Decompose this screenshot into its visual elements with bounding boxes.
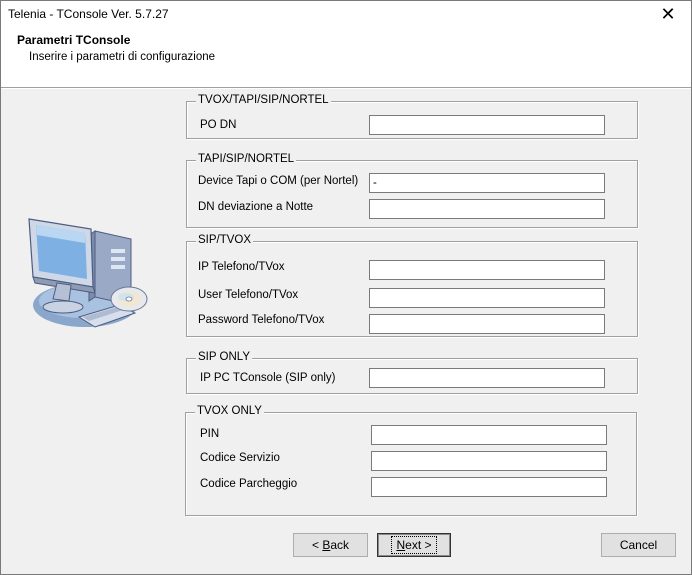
back-rest: ack [330,538,350,552]
next-button[interactable]: Next > [377,533,451,557]
ip-pc-input[interactable] [369,368,605,388]
user-telefono-label: User Telefono/TVox [198,289,299,301]
password-telefono-input[interactable] [369,314,605,334]
group-tvox-tapi-sip-nortel: TVOX/TAPI/SIP/NORTEL PO DN [186,94,638,139]
wizard-header: Parametri TConsole Inserire i parametri … [1,27,691,87]
codice-parcheggio-label: Codice Parcheggio [200,478,298,490]
ip-pc-label: IP PC TConsole (SIP only) [200,372,336,384]
dn-deviazione-input[interactable] [369,199,605,219]
header-divider [1,87,691,89]
group-legend: SIP ONLY [196,351,252,363]
next-button-label: Next > [391,536,437,554]
device-tapi-input[interactable] [369,173,605,193]
back-button-label: < Back [308,537,353,553]
next-mnemonic: N [396,538,406,552]
ip-telefono-label: IP Telefono/TVox [198,261,285,273]
pin-label: PIN [200,428,220,440]
group-tapi-sip-nortel: TAPI/SIP/NORTEL Device Tapi o COM (per N… [186,153,638,228]
back-prefix: < [311,538,323,552]
back-button[interactable]: < Back [293,533,368,557]
group-sip-tvox: SIP/TVOX IP Telefono/TVox User Telefono/… [186,234,638,337]
pin-input[interactable] [371,425,607,445]
window-title: Telenia - TConsole Ver. 5.7.27 [8,7,169,21]
group-tvox-only: TVOX ONLY PIN Codice Servizio Codice Par… [185,405,637,516]
device-tapi-label: Device Tapi o COM (per Nortel) [198,175,359,187]
codice-servizio-input[interactable] [371,451,607,471]
dn-deviazione-label: DN deviazione a Notte [198,201,314,213]
codice-parcheggio-input[interactable] [371,477,607,497]
group-legend: TVOX/TAPI/SIP/NORTEL [196,94,331,106]
codice-servizio-label: Codice Servizio [200,452,280,464]
close-button[interactable]: ✕ [645,1,691,27]
next-rest: ext > [405,538,432,552]
page-subtitle: Inserire i parametri di configurazione [29,51,216,63]
group-sip-only: SIP ONLY IP PC TConsole (SIP only) [186,351,638,394]
title-bar[interactable]: Telenia - TConsole Ver. 5.7.27 ✕ [1,1,691,27]
cancel-button-label: Cancel [619,538,658,552]
group-legend: TVOX ONLY [195,405,264,417]
close-icon: ✕ [660,3,676,25]
user-telefono-input[interactable] [369,288,605,308]
group-legend: TAPI/SIP/NORTEL [196,153,297,165]
computer-icon [28,218,148,328]
page-title: Parametri TConsole [17,33,131,47]
group-legend: SIP/TVOX [196,234,254,246]
po-dn-input[interactable] [369,115,605,135]
password-telefono-label: Password Telefono/TVox [198,314,325,326]
dialog-window: Telenia - TConsole Ver. 5.7.27 ✕ Paramet… [0,0,692,575]
po-dn-label: PO DN [200,119,237,131]
cancel-button[interactable]: Cancel [601,533,676,557]
ip-telefono-input[interactable] [369,260,605,280]
